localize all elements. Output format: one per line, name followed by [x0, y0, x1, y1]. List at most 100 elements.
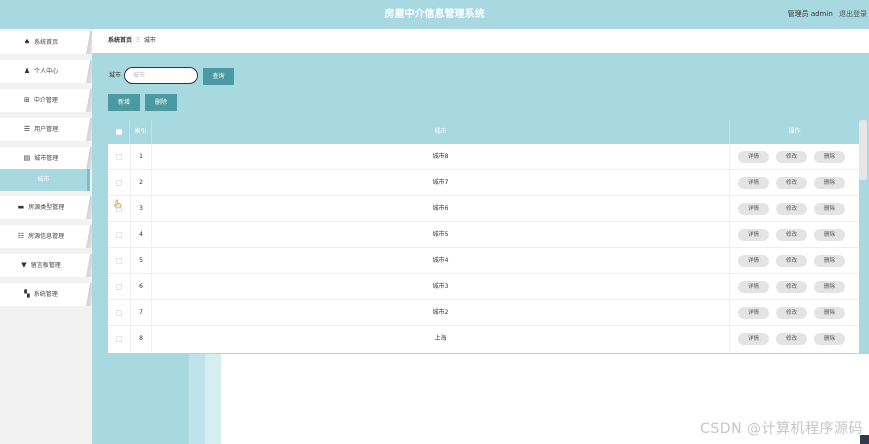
decorative-strip — [205, 354, 221, 444]
list-icon: ☷ — [17, 232, 25, 240]
sidebar-item-users[interactable]: ☰ 用户管理 — [0, 118, 92, 141]
detail-button[interactable]: 详情 — [738, 151, 769, 163]
decorative-strip — [189, 354, 205, 444]
sidebar-item-label: 系统管理 — [33, 291, 58, 298]
detail-button[interactable]: 详情 — [738, 307, 769, 319]
user-label: 管理员 admin — [787, 10, 833, 18]
home-icon: ♠ — [23, 38, 31, 46]
add-button[interactable]: 新增 — [108, 94, 140, 111]
row-index: 6 — [130, 274, 152, 300]
city-table: 索引 城市 操作 1 城市8 详情 修改 删除 2 城市7 详情 修改 删除 3… — [108, 120, 859, 353]
row-checkbox[interactable] — [116, 336, 122, 342]
table-row: 8 上海 详情 修改 删除 — [108, 326, 859, 352]
hand-cursor-icon — [113, 199, 122, 209]
breadcrumb-current: 城市 — [143, 37, 156, 44]
detail-button[interactable]: 详情 — [738, 177, 769, 189]
edit-button[interactable]: 修改 — [776, 333, 807, 345]
sidebar-item-agents[interactable]: ⊞ 中介管理 — [0, 89, 92, 112]
table-header: 索引 城市 操作 — [108, 120, 859, 144]
city-search-input[interactable] — [124, 67, 198, 84]
detail-button[interactable]: 详情 — [738, 203, 769, 215]
row-delete-button[interactable]: 删除 — [814, 255, 845, 267]
breadcrumb-home[interactable]: 系统首页 — [108, 37, 132, 44]
table-scrollbar[interactable] — [859, 120, 867, 180]
edit-button[interactable]: 修改 — [776, 177, 807, 189]
table-row: 2 城市7 详情 修改 删除 — [108, 170, 859, 196]
row-index: 2 — [130, 170, 152, 196]
table-row: 4 城市5 详情 修改 删除 — [108, 222, 859, 248]
delete-button[interactable]: 删除 — [145, 94, 177, 111]
user-info: 管理员 admin 退出登录 — [784, 0, 867, 29]
apps-icon: ▚ — [24, 290, 30, 298]
sidebar-item-profile[interactable]: ♟ 个人中心 — [0, 60, 92, 83]
row-city: 城市5 — [152, 222, 730, 248]
row-delete-button[interactable]: 删除 — [814, 333, 845, 345]
edit-button[interactable]: 修改 — [776, 255, 807, 267]
sidebar-item-label: 系统首页 — [34, 39, 59, 46]
row-delete-button[interactable]: 删除 — [814, 229, 845, 241]
row-delete-button[interactable]: 删除 — [814, 307, 845, 319]
row-checkbox[interactable] — [116, 232, 122, 238]
detail-button[interactable]: 详情 — [738, 281, 769, 293]
list-icon: ☰ — [23, 125, 31, 133]
sidebar-item-label: 城市管理 — [34, 155, 59, 162]
sidebar-item-label: 用户管理 — [34, 126, 59, 133]
row-index: 7 — [130, 300, 152, 326]
row-checkbox[interactable] — [116, 180, 122, 186]
row-checkbox[interactable] — [116, 310, 122, 316]
sidebar-item-home[interactable]: ♠ 系统首页 — [0, 31, 92, 54]
row-index: 3 — [130, 196, 152, 222]
table-row: 6 城市3 详情 修改 删除 — [108, 274, 859, 300]
sidebar-item-label: 留言板管理 — [30, 262, 61, 269]
detail-button[interactable]: 详情 — [738, 333, 769, 345]
briefcase-icon: ▬ — [17, 203, 25, 211]
row-index: 4 — [130, 222, 152, 248]
row-delete-button[interactable]: 删除 — [814, 203, 845, 215]
sidebar-item-messages[interactable]: ▼ 留言板管理 — [0, 254, 92, 277]
sidebar-subitem-city[interactable]: 城市 — [0, 169, 90, 191]
row-delete-button[interactable]: 删除 — [814, 281, 845, 293]
edit-button[interactable]: 修改 — [776, 307, 807, 319]
row-checkbox[interactable] — [116, 284, 122, 290]
row-city: 城市6 — [152, 196, 730, 222]
breadcrumb-separator: Ξ — [136, 37, 140, 44]
query-button[interactable]: 查询 — [203, 68, 234, 85]
building-icon: ▤ — [23, 154, 31, 162]
sidebar-item-house-types[interactable]: ▬ 房源类型管理 — [0, 196, 92, 219]
row-index: 1 — [130, 144, 152, 170]
table-row: 7 城市2 详情 修改 删除 — [108, 300, 859, 326]
table-row: 5 城市4 详情 修改 删除 — [108, 248, 859, 274]
column-header-actions: 操作 — [788, 128, 801, 135]
edit-button[interactable]: 修改 — [776, 203, 807, 215]
edit-button[interactable]: 修改 — [776, 229, 807, 241]
row-delete-button[interactable]: 删除 — [814, 151, 845, 163]
row-city: 上海 — [152, 326, 730, 352]
sidebar-item-house-info[interactable]: ☷ 房源信息管理 — [0, 225, 92, 248]
edit-button[interactable]: 修改 — [776, 151, 807, 163]
watermark: CSDN @计算机程序源码 — [700, 421, 863, 437]
sidebar: ♠ 系统首页 ♟ 个人中心 ⊞ 中介管理 ☰ 用户管理 ▤ 城市管理 城市 ▬ 房源类型管理… — [0, 29, 92, 444]
column-header-index: 索引 — [130, 120, 152, 144]
select-all-checkbox[interactable] — [116, 129, 122, 135]
row-index: 5 — [130, 248, 152, 274]
edit-button[interactable]: 修改 — [776, 281, 807, 293]
column-header-city: 城市 — [152, 120, 730, 144]
sidebar-item-label: 个人中心 — [34, 68, 59, 75]
sidebar-item-cities[interactable]: ▤ 城市管理 — [0, 147, 92, 170]
row-city: 城市3 — [152, 274, 730, 300]
grid-icon: ⊞ — [24, 96, 30, 104]
sidebar-item-label: 房源类型管理 — [28, 204, 65, 211]
trophy-icon: ▼ — [21, 261, 27, 269]
sidebar-item-label: 房源信息管理 — [28, 233, 65, 240]
detail-button[interactable]: 详情 — [738, 255, 769, 267]
table-row: 3 城市6 详情 修改 删除 — [108, 196, 859, 222]
row-city: 城市8 — [152, 144, 730, 170]
app-title: 房屋中介信息管理系统 — [384, 9, 485, 20]
row-checkbox[interactable] — [116, 154, 122, 160]
user-icon: ♟ — [23, 67, 31, 75]
row-checkbox[interactable] — [116, 258, 122, 264]
detail-button[interactable]: 详情 — [738, 229, 769, 241]
logout-link[interactable]: 退出登录 — [839, 10, 867, 18]
sidebar-item-system[interactable]: ▚ 系统管理 — [0, 283, 92, 306]
row-delete-button[interactable]: 删除 — [814, 177, 845, 189]
